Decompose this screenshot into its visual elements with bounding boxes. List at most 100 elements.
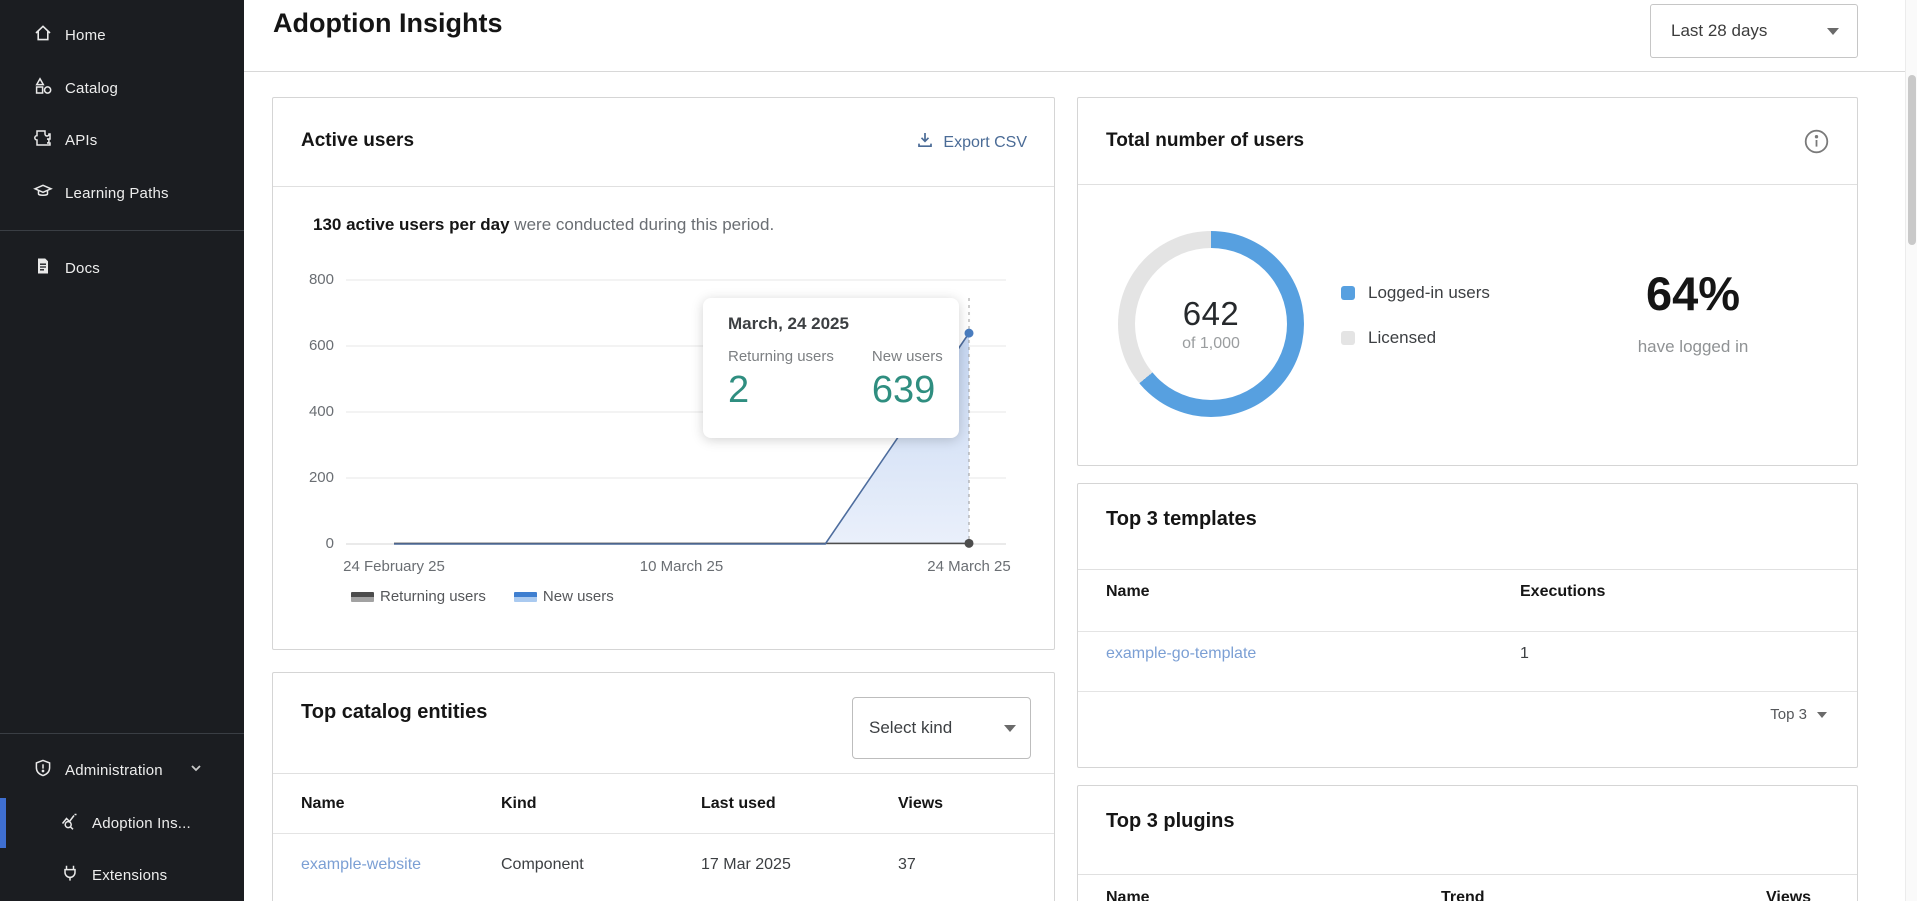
page-scrollbar bbox=[1905, 0, 1917, 901]
top-catalog-entities-card: Top catalog entities Select kind Name Ki… bbox=[272, 672, 1055, 901]
sidebar-item-label: Administration bbox=[65, 762, 163, 779]
legend-item-returning-users: Returning users bbox=[351, 588, 486, 605]
sidebar-item-label: APIs bbox=[65, 132, 97, 149]
entity-last-used-value: 17 Mar 2025 bbox=[701, 856, 791, 874]
entity-kind-value: Component bbox=[501, 856, 584, 874]
caret-down-icon bbox=[1817, 712, 1827, 718]
column-header-name: Name bbox=[1106, 889, 1150, 901]
donut-center: 642 of 1,000 bbox=[1135, 248, 1287, 400]
entity-views-value: 37 bbox=[898, 856, 916, 874]
percent-value: 64% bbox=[1548, 266, 1838, 321]
column-header-name: Name bbox=[301, 795, 345, 813]
chevron-down-icon bbox=[189, 761, 203, 780]
top-templates-card: Top 3 templates Name Executions example-… bbox=[1077, 483, 1858, 768]
sidebar-item-administration[interactable]: Administration bbox=[0, 753, 244, 787]
summary-highlight: 130 active users per day bbox=[313, 215, 510, 234]
sidebar: Home Catalog APIs Learning Paths Docs Ad… bbox=[0, 0, 244, 901]
table-rule bbox=[273, 833, 1054, 834]
legend-item-new-users: New users bbox=[514, 588, 614, 605]
chart-legend: Returning users New users bbox=[351, 588, 614, 605]
column-header-last-used: Last used bbox=[701, 795, 776, 813]
card-title: Top catalog entities bbox=[301, 701, 487, 724]
card-header-rule bbox=[273, 773, 1054, 774]
logged-in-percent-block: 64% have logged in bbox=[1548, 266, 1838, 357]
card-header-rule bbox=[1078, 569, 1857, 570]
plug-icon bbox=[60, 863, 80, 888]
card-header-rule bbox=[1078, 184, 1857, 185]
sidebar-item-adoption-insights[interactable]: Adoption Ins... bbox=[0, 806, 244, 840]
info-icon[interactable] bbox=[1803, 128, 1830, 160]
sidebar-item-apis[interactable]: APIs bbox=[0, 123, 244, 157]
select-kind-value: Select kind bbox=[869, 718, 1004, 738]
legend-label: Returning users bbox=[380, 588, 486, 605]
total-users-donut-chart: 642 of 1,000 bbox=[1118, 231, 1304, 417]
chart-tooltip: March, 24 2025 Returning users 2 New use… bbox=[703, 298, 959, 438]
top-n-selector[interactable]: Top 3 bbox=[1770, 706, 1827, 723]
template-executions-value: 1 bbox=[1520, 645, 1529, 663]
sidebar-item-label: Extensions bbox=[92, 867, 167, 884]
tooltip-label: Returning users bbox=[728, 348, 834, 365]
scrollbar-thumb[interactable] bbox=[1908, 75, 1916, 245]
sidebar-item-label: Catalog bbox=[65, 80, 118, 97]
column-header-trend: Trend bbox=[1441, 889, 1485, 901]
sidebar-item-catalog[interactable]: Catalog bbox=[0, 71, 244, 105]
card-header-rule bbox=[1078, 874, 1857, 875]
column-header-views: Views bbox=[898, 795, 943, 813]
caret-down-icon bbox=[1004, 725, 1016, 732]
tooltip-returning-users: Returning users 2 bbox=[728, 348, 834, 412]
table-rule bbox=[1078, 691, 1857, 692]
sidebar-item-docs[interactable]: Docs bbox=[0, 251, 244, 285]
export-csv-label: Export CSV bbox=[943, 134, 1027, 152]
download-icon bbox=[916, 131, 934, 154]
tooltip-label: New users bbox=[872, 348, 943, 365]
top-n-label: Top 3 bbox=[1770, 706, 1807, 723]
sidebar-divider bbox=[0, 733, 244, 734]
shield-icon bbox=[33, 758, 53, 783]
header-divider bbox=[244, 71, 1917, 72]
catalog-icon bbox=[33, 76, 53, 101]
export-csv-button[interactable]: Export CSV bbox=[916, 131, 1027, 154]
sidebar-item-label: Learning Paths bbox=[65, 185, 169, 202]
home-icon bbox=[33, 23, 53, 48]
percent-caption: have logged in bbox=[1548, 337, 1838, 357]
sidebar-item-learning-paths[interactable]: Learning Paths bbox=[0, 176, 244, 210]
legend-label: Licensed bbox=[1368, 328, 1436, 348]
column-header-name: Name bbox=[1106, 583, 1150, 601]
legend-swatch-licensed bbox=[1341, 331, 1355, 345]
legend-label: Logged-in users bbox=[1368, 283, 1490, 303]
template-name-link[interactable]: example-go-template bbox=[1106, 645, 1256, 663]
donut-subvalue: of 1,000 bbox=[1182, 335, 1240, 353]
select-kind-dropdown[interactable]: Select kind bbox=[852, 697, 1031, 759]
active-users-card: Active users Export CSV 130 active users… bbox=[272, 97, 1055, 650]
learning-paths-icon bbox=[33, 181, 53, 206]
api-icon bbox=[33, 128, 53, 153]
legend-swatch-logged-in bbox=[1341, 286, 1355, 300]
legend-label: New users bbox=[543, 588, 614, 605]
docs-icon bbox=[33, 256, 53, 281]
tooltip-new-users: New users 639 bbox=[872, 348, 943, 412]
legend-item-licensed: Licensed bbox=[1341, 328, 1490, 348]
card-title: Top 3 templates bbox=[1106, 508, 1257, 531]
date-range-select[interactable]: Last 28 days bbox=[1650, 4, 1858, 58]
table-rule bbox=[1078, 631, 1857, 632]
sidebar-item-label: Docs bbox=[65, 260, 100, 277]
column-header-views: Views bbox=[1766, 889, 1811, 901]
tooltip-value: 639 bbox=[872, 369, 943, 412]
entity-name-link[interactable]: example-website bbox=[301, 856, 421, 874]
sidebar-divider bbox=[0, 230, 244, 231]
legend-swatch-new bbox=[514, 592, 537, 602]
summary-rest: were conducted during this period. bbox=[510, 215, 775, 234]
chart-summary: 130 active users per day were conducted … bbox=[313, 215, 774, 235]
sidebar-item-extensions[interactable]: Extensions bbox=[0, 858, 244, 892]
sidebar-item-home[interactable]: Home bbox=[0, 18, 244, 52]
column-header-kind: Kind bbox=[501, 795, 537, 813]
page-title: Adoption Insights bbox=[273, 8, 502, 39]
donut-value: 642 bbox=[1183, 295, 1240, 333]
legend-swatch-returning bbox=[351, 592, 374, 602]
card-title: Total number of users bbox=[1106, 130, 1304, 152]
card-header-rule bbox=[273, 186, 1054, 187]
total-users-card: Total number of users 642 of 1,000 Logge… bbox=[1077, 97, 1858, 466]
card-title: Active users bbox=[301, 130, 414, 152]
donut-legend: Logged-in users Licensed bbox=[1341, 283, 1490, 373]
adoption-insights-icon bbox=[60, 811, 80, 836]
